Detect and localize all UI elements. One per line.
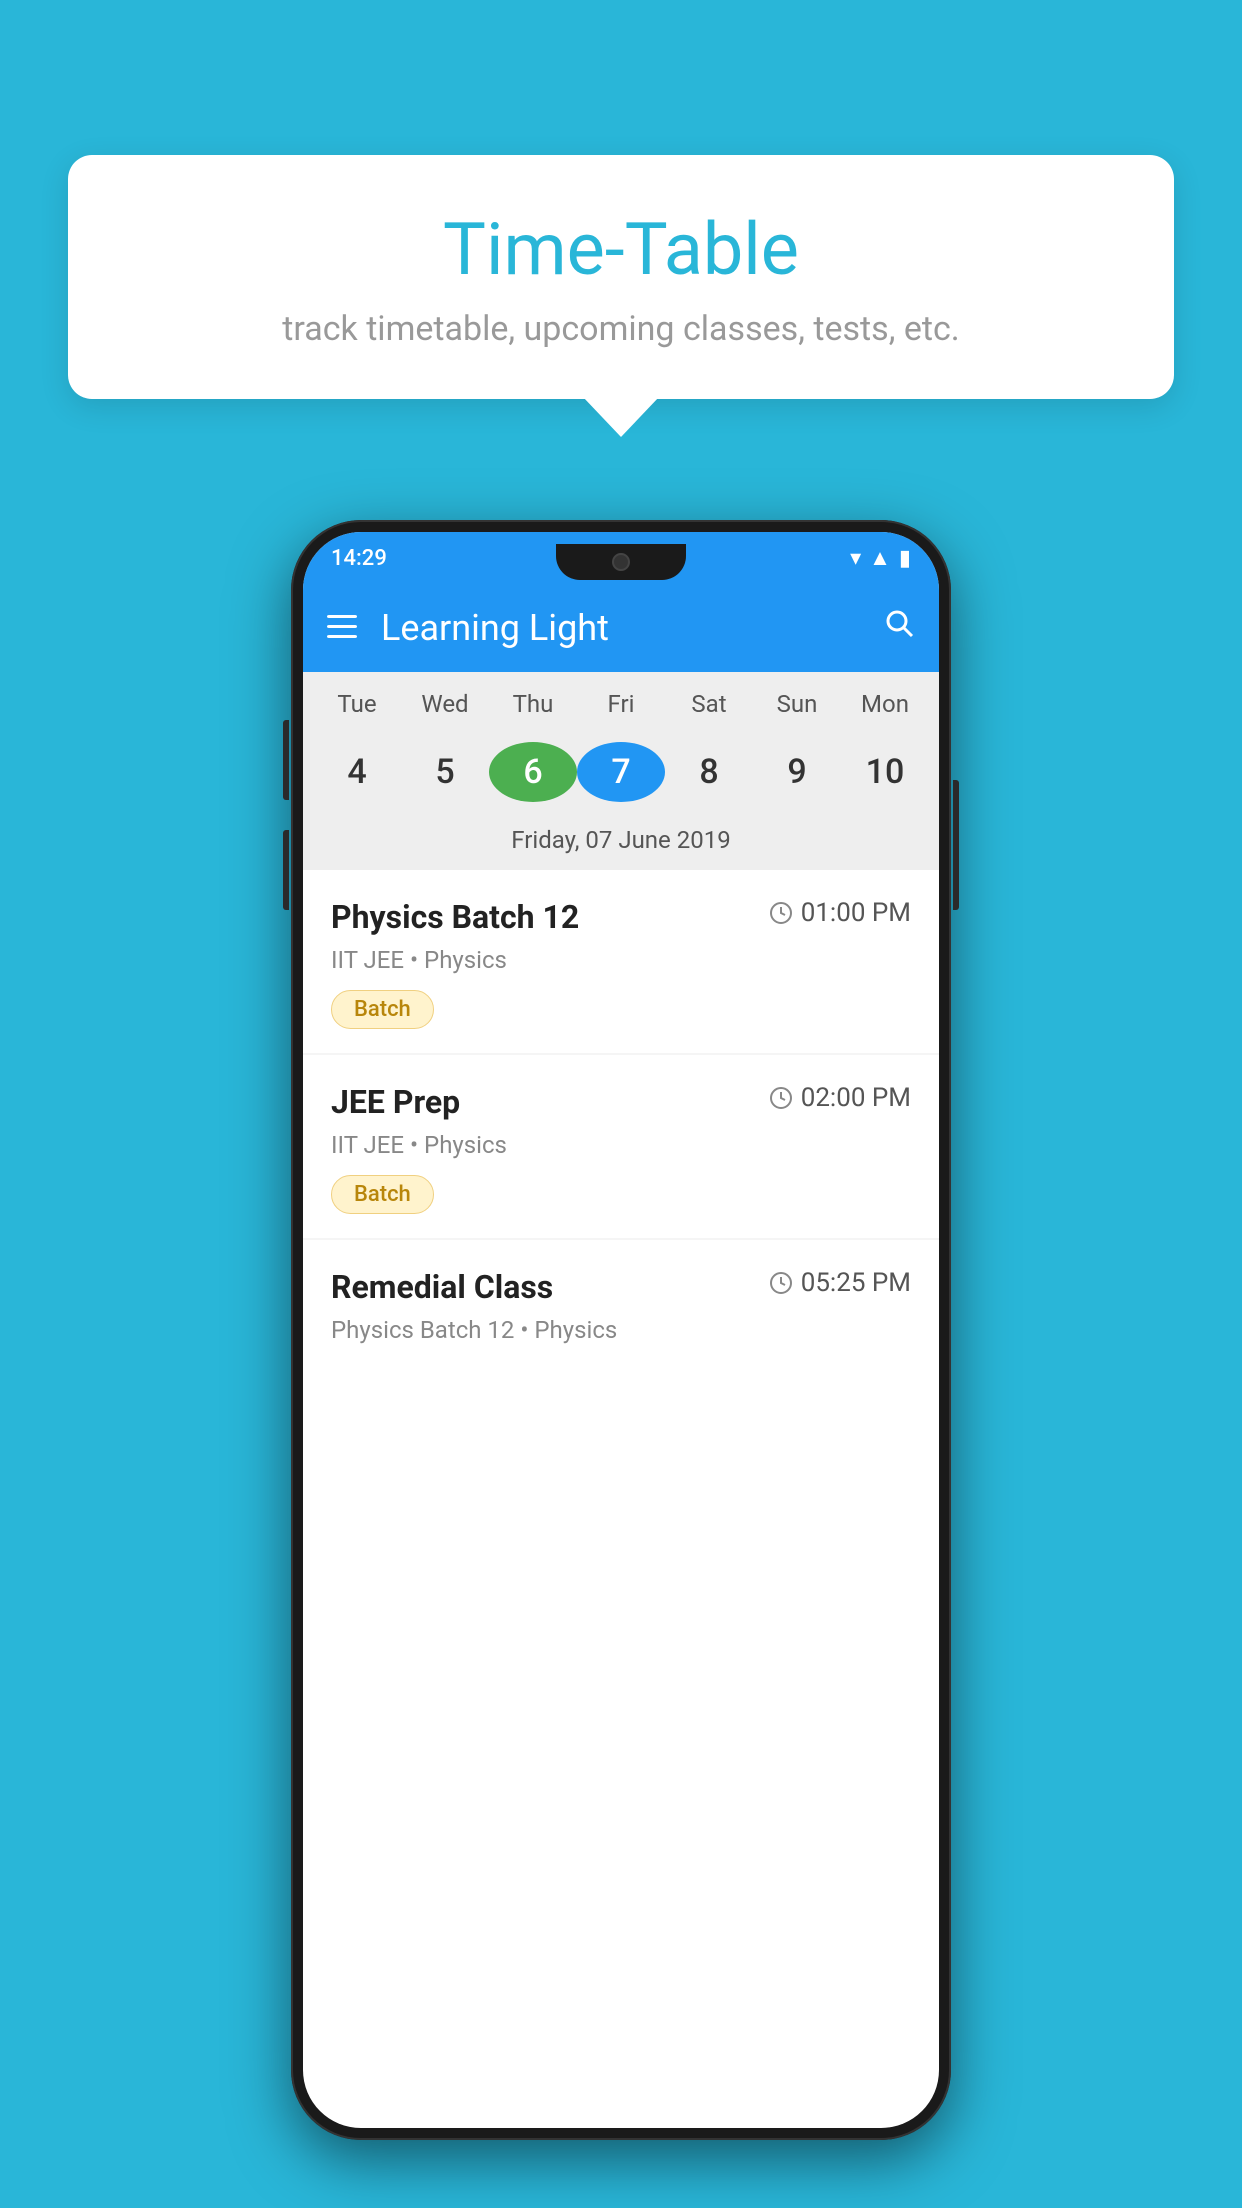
phone-notch xyxy=(556,544,686,580)
day-number-wrapper[interactable]: 4 xyxy=(313,732,401,812)
day-label: Thu xyxy=(489,690,577,728)
day-label: Sat xyxy=(665,690,753,728)
day-number-wrapper[interactable]: 7 xyxy=(577,732,665,812)
day-number: 9 xyxy=(753,742,841,802)
day-number-wrapper[interactable]: 8 xyxy=(665,732,753,812)
app-bar: Learning Light xyxy=(303,584,939,672)
schedule-item-header: Physics Batch 12 01:00 PM xyxy=(331,898,911,936)
day-number-wrapper[interactable]: 10 xyxy=(841,732,929,812)
batch-tag: Batch xyxy=(331,1175,434,1214)
day-number: 7 xyxy=(577,742,665,802)
day-number: 8 xyxy=(665,742,753,802)
clock-icon xyxy=(769,1271,793,1295)
schedule-item-time: 05:25 PM xyxy=(769,1268,911,1298)
day-number-wrapper[interactable]: 6 xyxy=(489,732,577,812)
power-button xyxy=(953,780,959,910)
day-numbers: 45678910 xyxy=(303,732,939,812)
status-icons: ▾ ▲ ▮ xyxy=(850,545,911,571)
volume-down-button xyxy=(283,830,289,910)
schedule-item[interactable]: JEE Prep 02:00 PM IIT JEE • Physics Batch xyxy=(303,1055,939,1238)
day-label: Tue xyxy=(313,690,401,728)
schedule-item-time: 02:00 PM xyxy=(769,1083,911,1113)
app-title: Learning Light xyxy=(381,607,885,649)
day-number: 6 xyxy=(489,742,577,802)
search-button[interactable] xyxy=(885,609,915,647)
batch-tag: Batch xyxy=(331,990,434,1029)
phone-mockup: 14:29 ▾ ▲ ▮ Learning Light xyxy=(291,520,951,2140)
calendar-strip: TueWedThuFriSatSunMon 45678910 Friday, 0… xyxy=(303,672,939,870)
day-label: Wed xyxy=(401,690,489,728)
day-label: Sun xyxy=(753,690,841,728)
volume-up-button xyxy=(283,720,289,800)
day-label: Mon xyxy=(841,690,929,728)
day-number-wrapper[interactable]: 5 xyxy=(401,732,489,812)
schedule-item-header: JEE Prep 02:00 PM xyxy=(331,1083,911,1121)
schedule-item-subtitle: Physics Batch 12 • Physics xyxy=(331,1316,911,1344)
schedule-item-title: Physics Batch 12 xyxy=(331,898,579,936)
day-headers: TueWedThuFriSatSunMon xyxy=(303,690,939,728)
status-time: 14:29 xyxy=(331,546,387,571)
menu-icon[interactable] xyxy=(327,612,357,644)
schedule-item-title: JEE Prep xyxy=(331,1083,460,1121)
schedule-item-header: Remedial Class 05:25 PM xyxy=(331,1268,911,1306)
battery-icon: ▮ xyxy=(899,546,911,571)
wifi-icon: ▾ xyxy=(850,546,861,571)
schedule-item-subtitle: IIT JEE • Physics xyxy=(331,1131,911,1159)
phone-outer: 14:29 ▾ ▲ ▮ Learning Light xyxy=(291,520,951,2140)
phone-screen: 14:29 ▾ ▲ ▮ Learning Light xyxy=(303,532,939,2128)
clock-icon xyxy=(769,901,793,925)
schedule-list: Physics Batch 12 01:00 PM IIT JEE • Physic… xyxy=(303,870,939,1372)
schedule-item[interactable]: Physics Batch 12 01:00 PM IIT JEE • Physic… xyxy=(303,870,939,1053)
schedule-item-title: Remedial Class xyxy=(331,1268,553,1306)
schedule-item[interactable]: Remedial Class 05:25 PM Physics Batch 12 •… xyxy=(303,1240,939,1372)
day-number-wrapper[interactable]: 9 xyxy=(753,732,841,812)
clock-icon xyxy=(769,1086,793,1110)
day-number: 4 xyxy=(313,742,401,802)
schedule-item-subtitle: IIT JEE • Physics xyxy=(331,946,911,974)
schedule-item-time: 01:00 PM xyxy=(769,898,911,928)
tooltip-card: Time-Table track timetable, upcoming cla… xyxy=(68,155,1174,399)
front-camera xyxy=(612,553,630,571)
signal-icon: ▲ xyxy=(869,545,891,571)
tooltip-subtitle: track timetable, upcoming classes, tests… xyxy=(128,309,1114,349)
day-number: 5 xyxy=(401,742,489,802)
tooltip-title: Time-Table xyxy=(128,210,1114,289)
day-label: Fri xyxy=(577,690,665,728)
day-number: 10 xyxy=(841,742,929,802)
selected-date-label: Friday, 07 June 2019 xyxy=(303,812,939,870)
